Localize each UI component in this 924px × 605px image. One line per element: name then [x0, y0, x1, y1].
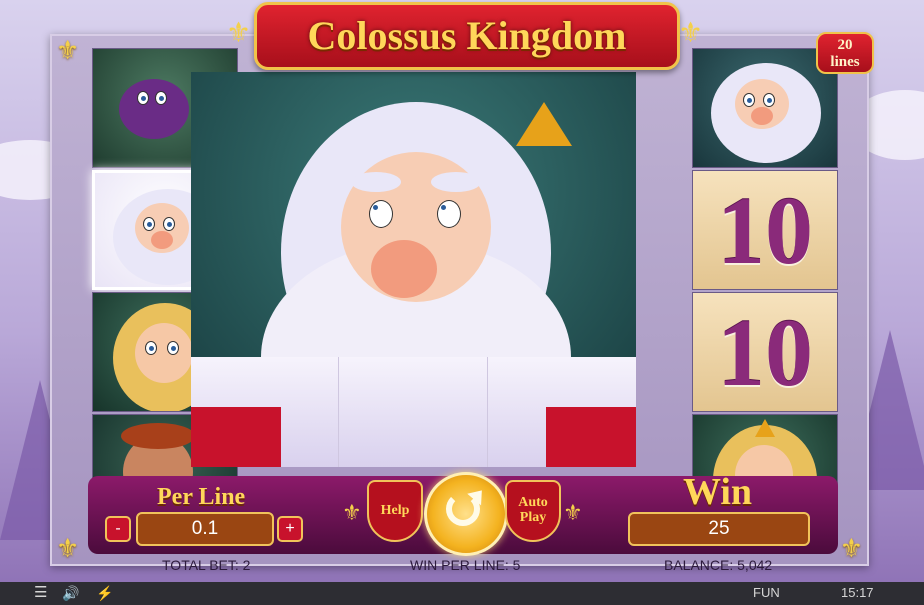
- dragon-eye: [137, 91, 149, 105]
- autoplay-label-line2: Play: [519, 510, 547, 525]
- dragon-head: [119, 79, 189, 139]
- colossal-king-symbol: [191, 72, 636, 467]
- king-eye: [369, 200, 393, 228]
- help-label: Help: [380, 503, 410, 518]
- reel-divider: [338, 357, 339, 467]
- autoplay-label-line1: Auto: [518, 495, 548, 510]
- game-title-plate: Colossus Kingdom: [254, 2, 680, 70]
- symbol-ten: 10: [692, 170, 838, 290]
- king-eye: [743, 93, 755, 107]
- lightning-icon[interactable]: ⚡: [96, 585, 113, 602]
- king-nose: [371, 240, 437, 298]
- ten-label: 10: [717, 299, 813, 406]
- fleur-corner-icon: ⚜: [56, 36, 80, 65]
- balance: BALANCE: 5,042: [664, 557, 773, 573]
- win-value: 25: [628, 512, 810, 546]
- crown-icon: [755, 419, 775, 437]
- menu-icon[interactable]: ☰: [34, 583, 47, 601]
- king-robe: [546, 407, 636, 467]
- king-nose: [151, 231, 173, 249]
- reel-divider: [487, 357, 488, 467]
- per-line-plus-button[interactable]: +: [277, 516, 303, 542]
- king-eyebrow: [351, 172, 401, 192]
- mode-label: FUN: [753, 585, 780, 600]
- symbol-ten: 10: [692, 292, 838, 412]
- fleur-corner-icon: ⚜: [56, 534, 80, 563]
- per-line-label: Per Line: [157, 484, 246, 510]
- per-line-minus-button[interactable]: -: [105, 516, 131, 542]
- bottom-bar: ☰ 🔊 ⚡ FUN 15:17: [0, 582, 924, 605]
- fleur-icon: ⚜: [563, 500, 583, 525]
- king-nose: [751, 107, 773, 125]
- ten-label: 10: [717, 177, 813, 284]
- lines-badge-word: lines: [830, 54, 860, 70]
- fleur-icon: ⚜: [342, 500, 362, 525]
- win-per-line: WIN PER LINE: 5: [410, 557, 521, 573]
- symbol-lower-band: [191, 357, 636, 467]
- lines-badge-number: 20: [837, 37, 853, 53]
- crown-icon: [516, 102, 572, 146]
- king-robe: [191, 407, 281, 467]
- per-line-value: 0.1: [136, 512, 274, 546]
- dragon-eye: [155, 91, 167, 105]
- king-eyebrow: [431, 172, 481, 192]
- autoplay-button[interactable]: Auto Play: [505, 480, 561, 542]
- clock: 15:17: [841, 585, 874, 600]
- fleur-corner-icon: ⚜: [839, 534, 863, 563]
- spin-button[interactable]: [424, 472, 508, 556]
- princess-eye: [145, 341, 157, 355]
- king-eye: [437, 200, 461, 228]
- speaker-icon[interactable]: 🔊: [62, 585, 79, 602]
- hero-hair: [121, 423, 195, 449]
- king-eye: [163, 217, 175, 231]
- fleur-icon: ⚜: [226, 18, 252, 49]
- game-title: Colossus Kingdom: [307, 13, 627, 58]
- help-button[interactable]: Help: [367, 480, 423, 542]
- princess-eye: [167, 341, 179, 355]
- lines-badge: 20 lines: [816, 32, 874, 74]
- total-bet: TOTAL BET: 2: [162, 557, 251, 573]
- king-eye: [763, 93, 775, 107]
- fleur-icon: ⚜: [678, 18, 704, 49]
- princess-face: [135, 323, 193, 383]
- king-eye: [143, 217, 155, 231]
- win-label: Win: [683, 471, 753, 513]
